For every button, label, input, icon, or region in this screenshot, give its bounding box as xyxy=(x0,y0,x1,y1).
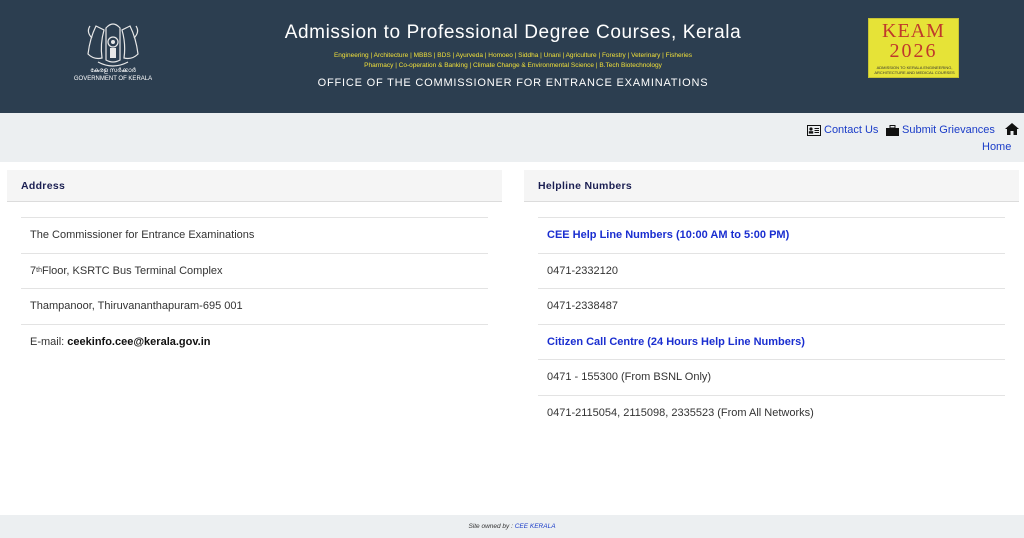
address-panel: Address The Commissioner for Entrance Ex… xyxy=(7,170,502,359)
cee-phone-1: 0471-2332120 xyxy=(538,252,1005,289)
top-nav: Contact Us Submit Grievances Home xyxy=(0,113,1024,162)
address-card-icon xyxy=(807,124,821,136)
courses-list-line1: Engineering | Architecture | MBBS | BDS … xyxy=(333,52,693,59)
submit-grievances-label[interactable]: Submit Grievances xyxy=(902,124,995,136)
email-label: E-mail: xyxy=(30,335,65,348)
address-line-commissioner: The Commissioner for Entrance Examinatio… xyxy=(21,217,488,253)
email-value: ceekinfo.cee@kerala.gov.in xyxy=(67,335,211,348)
helpline-panel: Helpline Numbers CEE Help Line Numbers (… xyxy=(524,170,1019,430)
courses-list-line2: Pharmacy | Co-operation & Banking | Clim… xyxy=(364,62,662,69)
page-title: Admission to Professional Degree Courses… xyxy=(284,22,742,43)
citizen-call-centre-title: Citizen Call Centre (24 Hours Help Line … xyxy=(538,323,1005,360)
footer-owned-by: Site owned by : xyxy=(468,523,515,530)
address-line-city: Thampanoor, Thiruvananthapuram-695 001 xyxy=(21,288,488,324)
address-floor-rest: Floor, KSRTC Bus Terminal Complex xyxy=(41,264,223,277)
footer-owner-link[interactable]: CEE KERALA xyxy=(515,523,556,530)
cee-phone-2: 0471-2338487 xyxy=(538,288,1005,324)
keam-logo-subtitle: ADMISSION TO KERALA ENGINEERING, ARCHITE… xyxy=(874,65,955,75)
emblem-caption-english: GOVERNMENT OF KERALA xyxy=(73,76,153,82)
home-link[interactable]: Home xyxy=(982,141,1011,153)
address-heading: Address xyxy=(7,170,502,202)
contact-us-label[interactable]: Contact Us xyxy=(824,124,878,136)
address-line-floor: 7th Floor, KSRTC Bus Terminal Complex xyxy=(21,252,488,289)
emblem-caption-malayalam: കേരള സർക്കാർ xyxy=(90,68,136,74)
contact-us-link[interactable]: Contact Us xyxy=(807,124,878,136)
site-footer: Site owned by : CEE KERALA xyxy=(0,515,1024,538)
briefcase-icon xyxy=(886,124,899,136)
site-header: കേരള സർക്കാർ GOVERNMENT OF KERALA Admiss… xyxy=(0,0,1024,113)
keam-logo[interactable]: KEAM 2026 ADMISSION TO KERALA ENGINEERIN… xyxy=(868,18,959,78)
citizen-phone-bsnl: 0471 - 155300 (From BSNL Only) xyxy=(538,359,1005,395)
submit-grievances-link[interactable]: Submit Grievances xyxy=(886,124,995,136)
office-name: OFFICE OF THE COMMISSIONER FOR ENTRANCE … xyxy=(317,77,709,89)
cee-helpline-title: CEE Help Line Numbers (10:00 AM to 5:00 … xyxy=(538,217,1005,253)
helpline-heading: Helpline Numbers xyxy=(524,170,1019,202)
address-email-row: E-mail: ceekinfo.cee@kerala.gov.in xyxy=(21,323,488,360)
keam-logo-year: 2026 xyxy=(889,40,938,62)
citizen-phone-all-networks: 0471-2115054, 2115098, 2335523 (From All… xyxy=(538,394,1005,431)
home-icon[interactable] xyxy=(1005,123,1019,135)
